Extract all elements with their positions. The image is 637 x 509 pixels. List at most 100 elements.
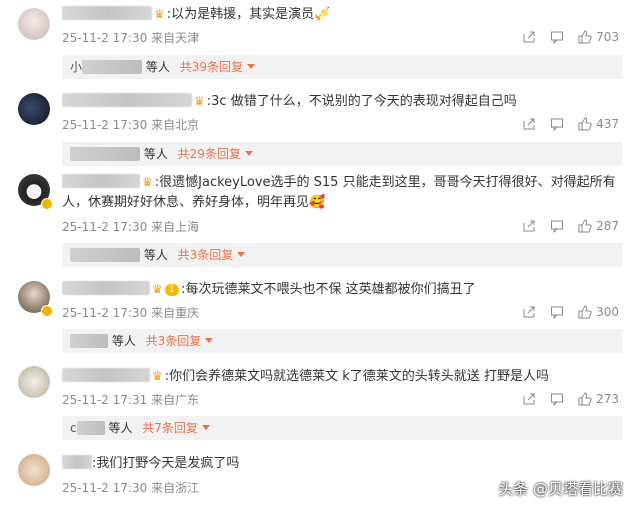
like-button[interactable]: 273 bbox=[578, 392, 619, 406]
username[interactable] bbox=[62, 174, 140, 188]
crown-icon: ♛ bbox=[142, 175, 153, 189]
comment-text: ♛ 1:每次玩德莱文不喂头也不保 这英雄都被你们搞丑了 bbox=[62, 279, 476, 300]
crown-icon: ♛ bbox=[154, 7, 165, 21]
avatar[interactable] bbox=[18, 8, 50, 40]
reply-summary[interactable]: 小 等人 共39条回复 bbox=[62, 55, 622, 79]
comment-button[interactable] bbox=[550, 117, 564, 131]
reply-users bbox=[76, 421, 105, 435]
thumbs-up-icon bbox=[578, 117, 592, 131]
comment-text: ♛:3c 做错了什么，不说别的了今天的表现对得起自己吗 bbox=[62, 91, 517, 112]
like-count: 437 bbox=[596, 117, 619, 131]
username[interactable] bbox=[62, 281, 150, 295]
like-button[interactable]: 703 bbox=[578, 30, 619, 44]
comment-text: ♛:你们会养德莱文吗就选德莱文 k了德莱文的头转头就送 打野是人吗 bbox=[62, 366, 549, 387]
thumbs-up-icon bbox=[578, 219, 592, 233]
avatar[interactable] bbox=[18, 454, 50, 486]
reply-count[interactable]: 共7条回复 bbox=[142, 421, 198, 435]
reply-count[interactable]: 共3条回复 bbox=[178, 248, 234, 262]
caret-down-icon bbox=[237, 252, 246, 257]
comment-actions: 437 bbox=[522, 117, 619, 131]
share-icon bbox=[523, 118, 535, 130]
comment-button[interactable] bbox=[550, 305, 564, 319]
username[interactable] bbox=[62, 93, 192, 107]
comment-actions: 287 bbox=[522, 219, 619, 233]
comment-location: 来自天津 bbox=[151, 31, 200, 45]
comment-icon bbox=[551, 393, 564, 406]
comment-text: ♛:以为是韩援，其实是演员🎺 bbox=[62, 4, 330, 25]
crown-icon: ♛ bbox=[152, 369, 163, 383]
comment-icon bbox=[551, 306, 564, 319]
reply-summary[interactable]: 等人 共3条回复 bbox=[62, 243, 622, 267]
comment-time: 25-11-2 17:30 bbox=[62, 306, 148, 320]
reply-suffix: 等人 bbox=[111, 334, 136, 348]
comment-icon bbox=[551, 220, 564, 233]
like-count: 300 bbox=[596, 305, 619, 319]
crown-icon: ♛ bbox=[194, 94, 205, 108]
like-count: 287 bbox=[596, 219, 619, 233]
reply-users bbox=[70, 334, 108, 348]
comment-location: 来自广东 bbox=[151, 393, 200, 407]
caret-down-icon bbox=[246, 64, 255, 69]
comment-button[interactable] bbox=[550, 392, 564, 406]
reply-user-prefix: 小 bbox=[70, 60, 83, 74]
comment-actions: 300 bbox=[522, 305, 619, 319]
comment-time: 25-11-2 17:30 bbox=[62, 118, 148, 132]
comment-meta: 25-11-2 17:30 来自天津 bbox=[62, 30, 199, 46]
username[interactable] bbox=[62, 455, 92, 469]
reply-summary[interactable]: 等人 共3条回复 bbox=[62, 329, 622, 353]
share-button[interactable] bbox=[522, 30, 536, 44]
comment-text: :我们打野今天是发疯了吗 bbox=[62, 454, 239, 474]
reply-suffix: 等人 bbox=[108, 421, 133, 435]
reply-summary[interactable]: 等人 共29条回复 bbox=[62, 142, 622, 166]
comment-location: 来自浙江 bbox=[151, 481, 200, 495]
username[interactable] bbox=[62, 368, 150, 382]
like-count: 273 bbox=[596, 392, 619, 406]
reply-users bbox=[70, 248, 140, 262]
share-button[interactable] bbox=[522, 117, 536, 131]
comment-meta: 25-11-2 17:30 来自重庆 bbox=[62, 305, 199, 321]
share-button[interactable] bbox=[522, 219, 536, 233]
verified-badge-icon bbox=[41, 198, 53, 210]
like-button[interactable]: 287 bbox=[578, 219, 619, 233]
comment-icon bbox=[551, 31, 564, 44]
comment-location: 来自重庆 bbox=[151, 306, 200, 320]
reply-summary[interactable]: c 等人 共7条回复 bbox=[62, 416, 622, 440]
like-button[interactable]: 437 bbox=[578, 117, 619, 131]
caret-down-icon bbox=[244, 151, 253, 156]
reply-user-prefix: c bbox=[70, 421, 77, 435]
share-icon bbox=[523, 31, 535, 43]
watermark: 头条 @贝塔看比赛 bbox=[498, 480, 623, 498]
comment-time: 25-11-2 17:30 bbox=[62, 220, 148, 234]
share-button[interactable] bbox=[522, 305, 536, 319]
reply-count[interactable]: 共3条回复 bbox=[146, 334, 202, 348]
comment-icon bbox=[551, 118, 564, 131]
share-icon bbox=[523, 220, 535, 232]
reply-suffix: 等人 bbox=[145, 60, 170, 74]
reply-users bbox=[70, 147, 140, 161]
share-button[interactable] bbox=[522, 392, 536, 406]
avatar[interactable] bbox=[18, 366, 50, 398]
comment-meta: 25-11-2 17:31 来自广东 bbox=[62, 392, 199, 408]
verified-badge-icon bbox=[41, 305, 53, 317]
comment-time: 25-11-2 17:31 bbox=[62, 393, 148, 407]
reply-count[interactable]: 共39条回复 bbox=[180, 60, 243, 74]
username[interactable] bbox=[62, 6, 152, 20]
comment-actions: 273 bbox=[522, 392, 619, 406]
comment-meta: 25-11-2 17:30 来自北京 bbox=[62, 117, 199, 133]
comment-location: 来自上海 bbox=[151, 220, 200, 234]
share-icon bbox=[523, 393, 535, 405]
comment-button[interactable] bbox=[550, 30, 564, 44]
crown-icon: ♛ bbox=[152, 282, 163, 296]
reply-count[interactable]: 共29条回复 bbox=[178, 147, 241, 161]
trumpet-emoji-icon: 🎺 bbox=[314, 7, 331, 22]
thumbs-up-icon bbox=[578, 305, 592, 319]
comment-button[interactable] bbox=[550, 219, 564, 233]
like-button[interactable]: 300 bbox=[578, 305, 619, 319]
smile-emoji-icon: 🥰 bbox=[309, 195, 326, 210]
share-icon bbox=[523, 306, 535, 318]
reply-suffix: 等人 bbox=[143, 248, 168, 262]
avatar[interactable] bbox=[18, 93, 50, 125]
comment-meta: 25-11-2 17:30 来自浙江 bbox=[62, 480, 199, 496]
thumbs-up-icon bbox=[578, 30, 592, 44]
reply-users bbox=[82, 60, 143, 74]
